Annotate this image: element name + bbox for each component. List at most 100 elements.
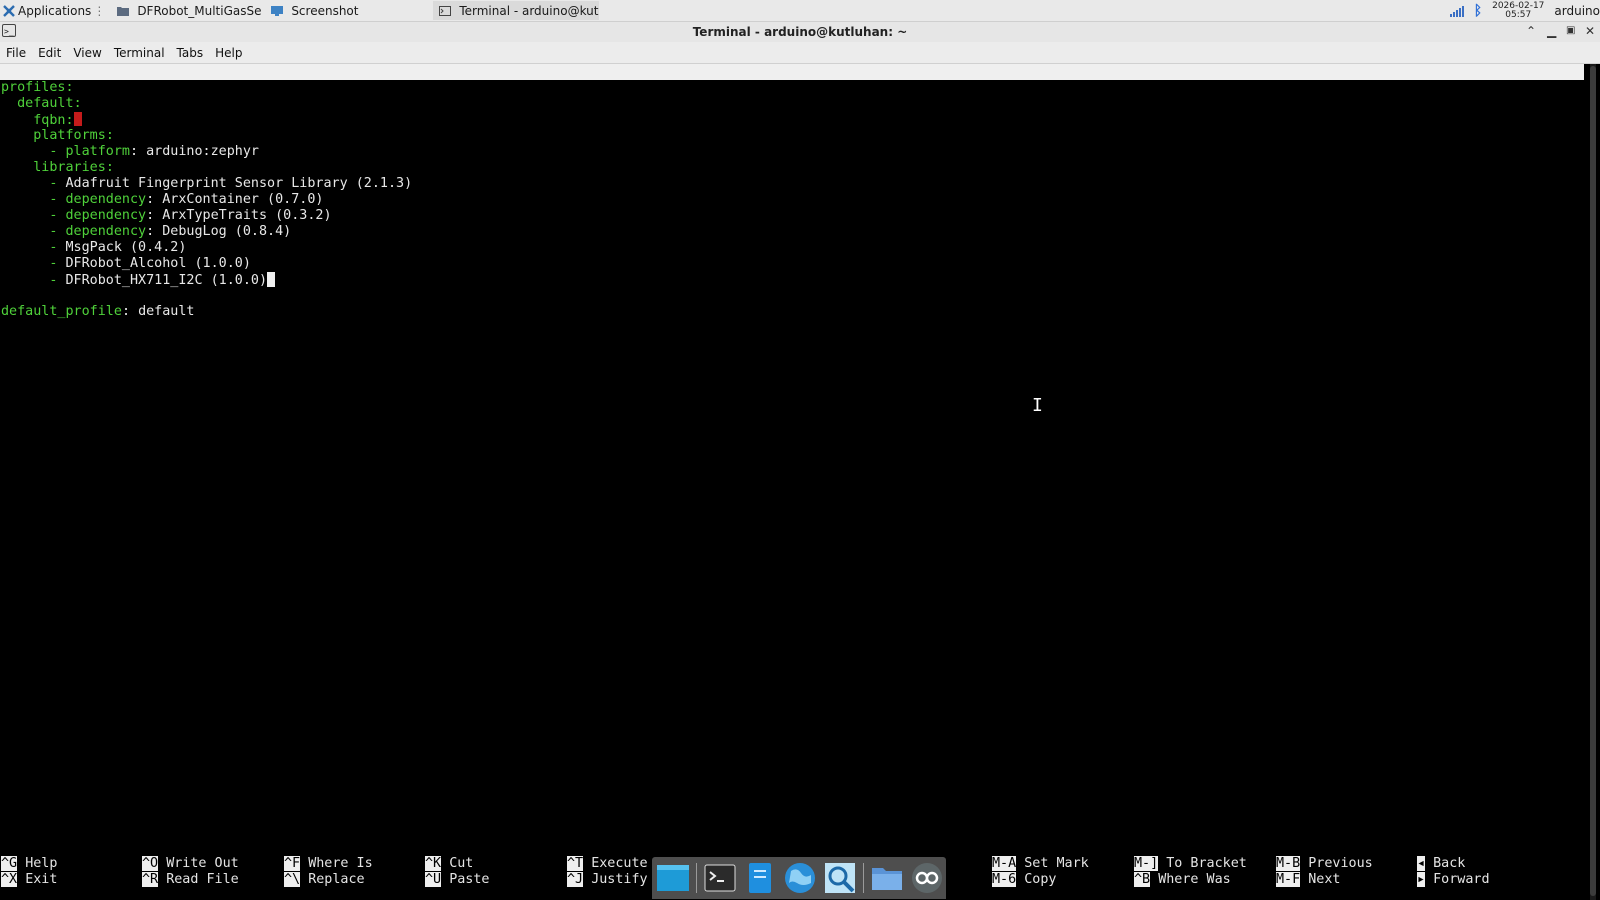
shortcut-label: Where Was	[1158, 872, 1231, 887]
shortcut-key: M-A	[992, 856, 1017, 871]
shortcut-key: ^X	[1, 872, 18, 887]
shortcut-label: Previous	[1308, 856, 1373, 871]
shortcut-exit[interactable]: ^X Exit	[1, 872, 57, 888]
shortcut-replace[interactable]: ^\ Replace	[284, 872, 365, 888]
shortcut-key: ^O	[142, 856, 159, 871]
shortcut-back[interactable]: ◂ Back	[1417, 856, 1465, 872]
scrollbar-thumb[interactable]	[1590, 66, 1596, 896]
code-line-4[interactable]: platforms:	[1, 128, 114, 144]
terminal-icon	[439, 5, 452, 16]
system-tray: ᛒ 2026-02-17 05:57 arduino	[1449, 0, 1600, 21]
shortcut-justify[interactable]: ^J Justify	[567, 872, 648, 888]
code-line-13[interactable]: - DFRobot_HX711_I2C (1.0.0)	[1, 272, 276, 288]
code-line-7[interactable]: - Adafruit Fingerprint Sensor Library (2…	[1, 176, 412, 192]
menu-tabs[interactable]: Tabs	[171, 46, 210, 60]
code-line-11[interactable]: - MsgPack (0.4.2)	[1, 240, 186, 256]
screenshot-icon	[271, 5, 284, 16]
maximize-icon[interactable]: ▣	[1566, 25, 1575, 36]
shortcut-key: M-F	[1276, 872, 1301, 887]
bluetooth-icon[interactable]: ᛒ	[1474, 3, 1482, 19]
shortcut-label: Cut	[449, 856, 474, 871]
nano-editor[interactable]: GNU nano 8.4 /home/arduino/ArduinoApps/a…	[0, 64, 1588, 900]
shortcut-read-file[interactable]: ^R Read File	[142, 872, 239, 888]
taskbar-item-screenshot[interactable]: Screenshot	[265, 1, 415, 20]
shortcut-label: Help	[25, 856, 58, 871]
shortcut-label: Next	[1308, 872, 1341, 887]
taskbar-item-label: DFRobot_MultiGasSens...	[137, 3, 262, 18]
shortcut-label: Copy	[1024, 872, 1057, 887]
taskbar-item-file-manager[interactable]: DFRobot_MultiGasSens...	[111, 1, 261, 20]
shortcut-where-was[interactable]: ^B Where Was	[1134, 872, 1231, 888]
mouse-ibeam-cursor-icon: I	[1032, 395, 1043, 416]
shortcut-key: ▸	[1417, 872, 1426, 887]
menu-help[interactable]: Help	[209, 46, 248, 60]
shortcut-key: ^F	[284, 856, 301, 871]
code-line-9[interactable]: - dependency: ArxTypeTraits (0.3.2)	[1, 208, 332, 224]
arduino-icon[interactable]	[910, 861, 944, 895]
close-icon[interactable]: ✕	[1585, 24, 1595, 38]
clock[interactable]: 2026-02-17 05:57	[1492, 1, 1544, 20]
shortcut-key: ^K	[425, 856, 442, 871]
app-finder-icon[interactable]	[823, 861, 857, 895]
shortcut-set-mark[interactable]: M-A Set Mark	[992, 856, 1089, 872]
code-line-3[interactable]: fqbn:	[1, 112, 82, 128]
yaml-key: libraries	[33, 160, 106, 175]
window-shade-icon[interactable]: ⌃	[1526, 24, 1536, 38]
yaml-key: platform	[65, 144, 131, 159]
menu-edit[interactable]: Edit	[32, 46, 67, 60]
shortcut-execute[interactable]: ^T Execute	[567, 856, 648, 872]
shortcut-previous[interactable]: M-B Previous	[1276, 856, 1373, 872]
code-line-12[interactable]: - DFRobot_Alcohol (1.0.0)	[1, 256, 251, 272]
shortcut-key: ^B	[1134, 872, 1151, 887]
applications-menu[interactable]: Applications ⋮	[0, 0, 107, 21]
shortcut-label: Exit	[25, 872, 58, 887]
shortcut-to-bracket[interactable]: M-] To Bracket	[1134, 856, 1247, 872]
window-titlebar[interactable]: >_ Terminal - arduino@kutluhan: ~ ⌃ ▁ ▣ …	[0, 22, 1600, 42]
folder-icon	[117, 6, 130, 16]
web-browser-icon[interactable]	[783, 861, 817, 895]
shortcut-help[interactable]: ^G Help	[1, 856, 57, 872]
shortcut-key: ^G	[1, 856, 18, 871]
show-desktop-icon[interactable]	[656, 861, 690, 895]
shortcut-key: ^J	[567, 872, 584, 887]
yaml-value: ArxContainer (0.7.0)	[162, 192, 324, 207]
yaml-key: default_profile	[1, 304, 122, 319]
yaml-key: dependency	[65, 208, 147, 223]
shortcut-next[interactable]: M-F Next	[1276, 872, 1341, 888]
shortcut-copy[interactable]: M-6 Copy	[992, 872, 1057, 888]
yaml-value: ArxTypeTraits (0.3.2)	[162, 208, 332, 223]
shortcut-where-is[interactable]: ^F Where Is	[284, 856, 373, 872]
folder-icon[interactable]	[870, 861, 904, 895]
shortcut-key: ^R	[142, 872, 159, 887]
xfce-logo-icon	[3, 4, 15, 17]
shortcut-label: Replace	[308, 872, 365, 887]
menu-file[interactable]: File	[0, 46, 32, 60]
shortcut-label: To Bracket	[1166, 856, 1247, 871]
taskbar-item-label: Screenshot	[291, 3, 359, 18]
user-menu[interactable]: arduino	[1554, 4, 1600, 18]
shortcut-key: M-6	[992, 872, 1017, 887]
shortcut-key: ^\	[284, 872, 301, 887]
code-line-8[interactable]: - dependency: ArxContainer (0.7.0)	[1, 192, 324, 208]
code-line-1[interactable]: profiles:	[1, 80, 74, 96]
taskbar-item-terminal[interactable]: Terminal - arduino@kutl...	[433, 1, 600, 20]
file-manager-icon[interactable]	[743, 861, 777, 895]
shortcut-forward[interactable]: ▸ Forward	[1417, 872, 1490, 888]
shortcut-cut[interactable]: ^K Cut	[425, 856, 473, 872]
shortcut-write-out[interactable]: ^O Write Out	[142, 856, 239, 872]
code-line-10[interactable]: - dependency: DebugLog (0.8.4)	[1, 224, 291, 240]
menu-terminal[interactable]: Terminal	[108, 46, 171, 60]
shortcut-key: ◂	[1417, 856, 1426, 871]
minimize-icon[interactable]: ▁	[1547, 24, 1556, 38]
code-line-6[interactable]: libraries:	[1, 160, 114, 176]
shortcut-paste[interactable]: ^U Paste	[425, 872, 490, 888]
code-line-5[interactable]: - platform: arduino:zephyr	[1, 144, 259, 160]
menu-view[interactable]: View	[67, 46, 107, 60]
syntax-error-marker	[73, 112, 82, 126]
code-line-2[interactable]: default:	[1, 96, 82, 112]
code-line-15[interactable]: default_profile: default	[1, 304, 195, 320]
terminal-scrollbar[interactable]	[1590, 64, 1596, 900]
applications-separator: ⋮	[93, 3, 106, 18]
network-signal-icon[interactable]	[1449, 5, 1464, 17]
terminal-icon[interactable]	[703, 861, 737, 895]
